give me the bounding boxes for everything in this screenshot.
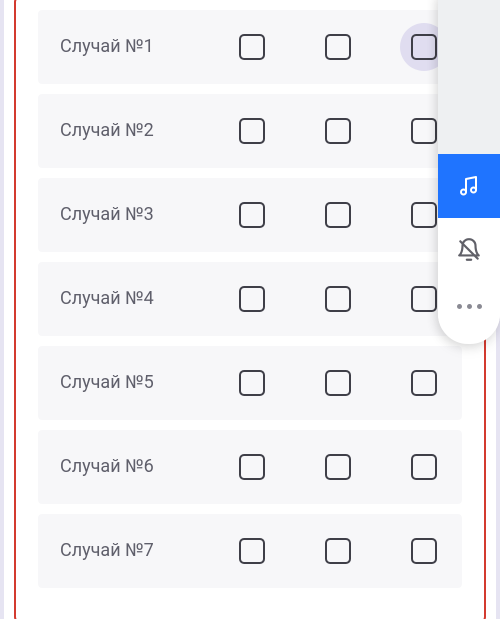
checkbox[interactable]	[410, 369, 438, 397]
table-row: Случай №4	[38, 262, 462, 336]
checkbox[interactable]	[410, 201, 438, 229]
more-icon	[457, 304, 482, 309]
checkbox-table: Случай №1 Случай №2 Случай №3	[18, 0, 482, 619]
checkbox[interactable]	[410, 285, 438, 313]
checkbox[interactable]	[324, 537, 352, 565]
checkbox[interactable]	[324, 285, 352, 313]
checkbox[interactable]	[410, 33, 438, 61]
checkbox[interactable]	[410, 537, 438, 565]
checkbox[interactable]	[238, 201, 266, 229]
music-icon	[457, 174, 481, 198]
row-label: Случай №1	[60, 35, 170, 59]
row-label: Случай №7	[60, 539, 170, 563]
row-checks	[170, 537, 444, 565]
mute-button[interactable]	[438, 218, 500, 282]
row-checks	[170, 33, 444, 61]
row-label: Случай №4	[60, 287, 170, 311]
checkbox[interactable]	[410, 117, 438, 145]
row-label: Случай №2	[60, 119, 170, 143]
table-row: Случай №2	[38, 94, 462, 168]
table-row: Случай №7	[38, 514, 462, 588]
checkbox[interactable]	[238, 537, 266, 565]
music-button[interactable]	[438, 154, 500, 218]
row-checks	[170, 201, 444, 229]
volume-panel	[438, 0, 500, 344]
row-checks	[170, 453, 444, 481]
checkbox[interactable]	[324, 369, 352, 397]
table-row: Случай №5	[38, 346, 462, 420]
checkbox[interactable]	[238, 369, 266, 397]
checkbox[interactable]	[324, 33, 352, 61]
app-frame: Случай №1 Случай №2 Случай №3	[0, 0, 500, 619]
row-checks	[170, 285, 444, 313]
table-row: Случай №1	[38, 10, 462, 84]
checkbox[interactable]	[324, 453, 352, 481]
table-row: Случай №3	[38, 178, 462, 252]
checkbox[interactable]	[324, 117, 352, 145]
row-label: Случай №6	[60, 455, 170, 479]
row-label: Случай №3	[60, 203, 170, 227]
table-row: Случай №6	[38, 430, 462, 504]
row-checks	[170, 369, 444, 397]
row-label: Случай №5	[60, 371, 170, 395]
checkbox[interactable]	[238, 453, 266, 481]
row-checks	[170, 117, 444, 145]
checkbox[interactable]	[238, 33, 266, 61]
volume-slider[interactable]	[438, 0, 500, 154]
more-button[interactable]	[438, 282, 500, 330]
checkbox[interactable]	[238, 285, 266, 313]
bell-off-icon	[456, 237, 482, 263]
checkbox[interactable]	[324, 201, 352, 229]
checkbox[interactable]	[410, 453, 438, 481]
checkbox[interactable]	[238, 117, 266, 145]
